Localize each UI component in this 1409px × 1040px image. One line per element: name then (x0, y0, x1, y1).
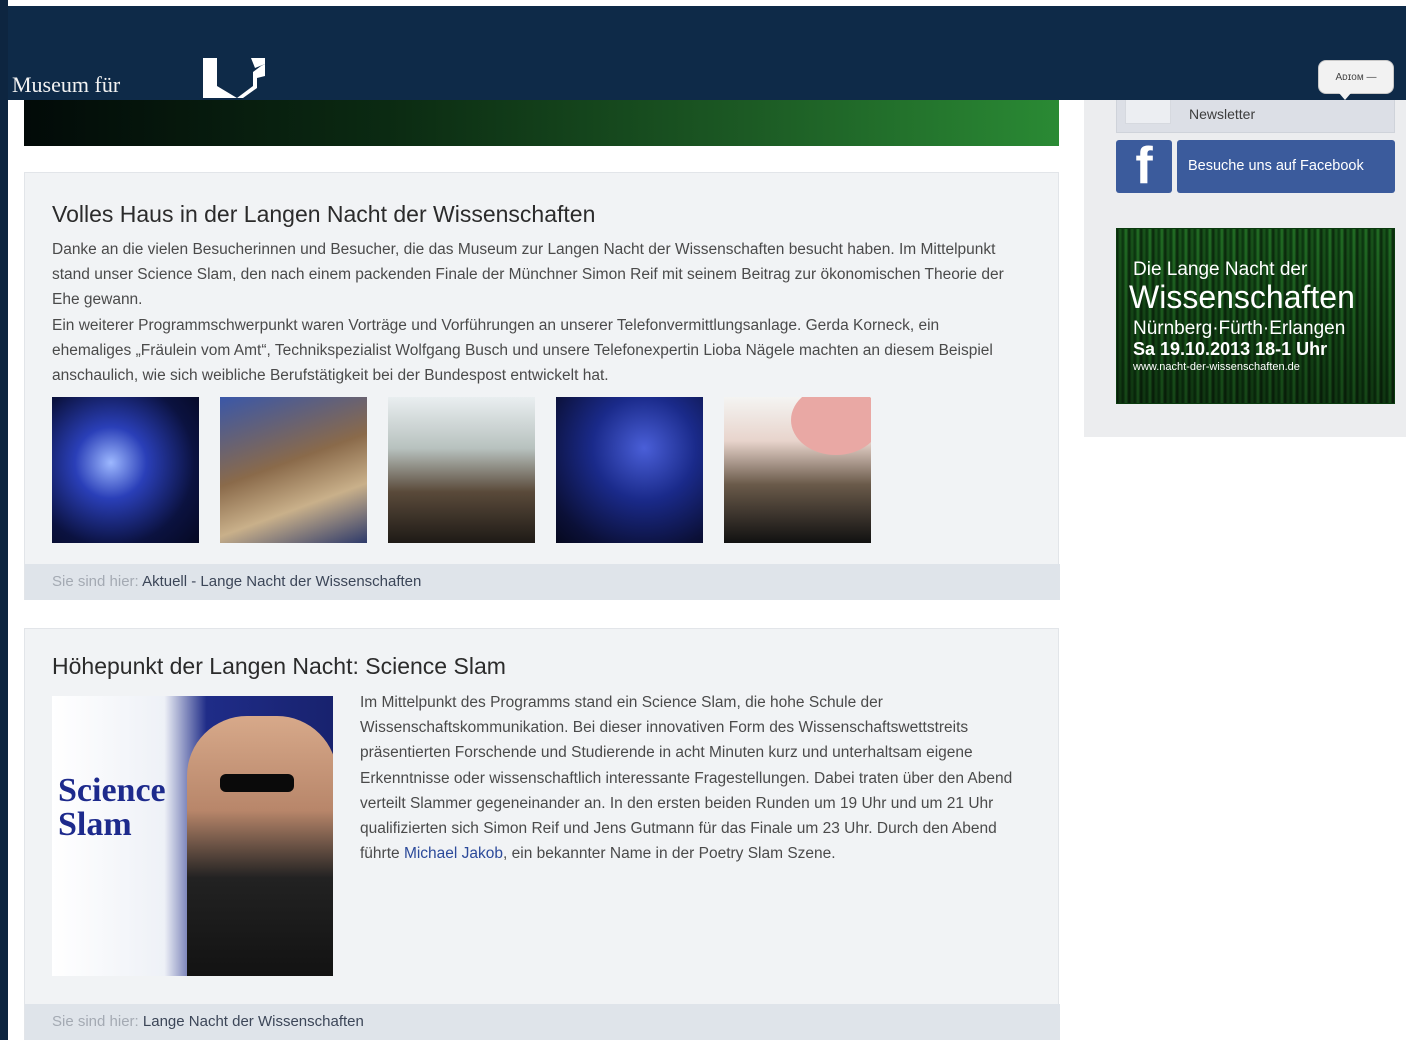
speech-bubble-tail-icon (1339, 93, 1351, 100)
language-button[interactable]: Aᴅɪᴏᴍ — (1318, 60, 1394, 100)
gallery-photo[interactable] (724, 397, 871, 543)
banner-line-1: Die Lange Nacht der (1133, 259, 1308, 280)
michael-jakob-link[interactable]: Michael Jakob (404, 845, 503, 862)
breadcrumb-path-link[interactable]: Lange Nacht der Wissenschaften (143, 1013, 364, 1030)
facebook-link[interactable]: f Besuche uns auf Facebook (1116, 140, 1395, 193)
facebook-icon: f (1116, 140, 1172, 193)
banner-line-5: www.nacht-der-wissenschaften.de (1133, 361, 1300, 373)
language-button-label: Aᴅɪᴏᴍ — (1335, 71, 1377, 83)
breadcrumb-label: Sie sind hier: (52, 1013, 139, 1030)
gallery-photo[interactable] (52, 397, 199, 543)
article-2-title: Höhepunkt der Langen Nacht: Science Slam (52, 653, 506, 679)
photo-gallery (52, 397, 871, 543)
article-1-paragraph-1: Danke an die vielen Besucherinnen und Be… (52, 241, 1004, 309)
article-2-text-1: Im Mittelpunkt des Programms stand ein S… (360, 694, 1013, 863)
site-brand-text[interactable]: Museum für (12, 72, 120, 98)
facebook-label: Besuche uns auf Facebook (1177, 140, 1395, 193)
breadcrumb-label: Sie sind hier: (52, 573, 139, 590)
article-card-1: Volles Haus in der Langen Nacht der Wiss… (24, 172, 1060, 600)
article-2-body: Im Mittelpunkt des Programms stand ein S… (360, 690, 1030, 866)
article-1-body: Danke an die vielen Besucherinnen und Be… (52, 237, 1012, 388)
article-card-2: Höhepunkt der Langen Nacht: Science Slam… (24, 628, 1060, 1040)
sunglasses-icon (220, 774, 294, 792)
article-1-paragraph-2: Ein weiterer Programmschwerpunkt waren V… (52, 316, 993, 385)
gallery-photo[interactable] (556, 397, 703, 543)
science-slam-poster[interactable]: Science Slam (52, 696, 333, 976)
museum-logo-icon[interactable] (203, 58, 265, 100)
breadcrumb: Sie sind hier: Aktuell - Lange Nacht der… (25, 564, 1060, 600)
poster-word-2: Slam (58, 806, 132, 843)
lange-nacht-banner[interactable]: Die Lange Nacht der Wissenschaften Nürnb… (1116, 228, 1395, 404)
page-left-border (0, 0, 8, 1040)
hero-banner-strip (24, 100, 1059, 146)
newsletter-label: Newsletter (1189, 106, 1256, 122)
breadcrumb: Sie sind hier: Lange Nacht der Wissensch… (25, 1004, 1060, 1040)
banner-line-3: Nürnberg·Fürth·Erlangen (1133, 318, 1346, 339)
newsletter-link[interactable]: Newsletter (1116, 100, 1395, 133)
banner-line-4: Sa 19.10.2013 18-1 Uhr (1133, 339, 1328, 359)
gallery-photo[interactable] (388, 397, 535, 543)
performer-figure (187, 716, 333, 976)
gallery-photo[interactable] (220, 397, 367, 543)
envelope-icon (1125, 100, 1171, 124)
banner-line-2: Wissenschaften (1129, 279, 1355, 315)
breadcrumb-path-link[interactable]: Aktuell - Lange Nacht der Wissenschaften (142, 573, 421, 590)
poster-word-1: Science (58, 772, 166, 809)
article-2-text-2: , ein bekannter Name in der Poetry Slam … (503, 845, 836, 863)
article-1-title: Volles Haus in der Langen Nacht der Wiss… (52, 201, 596, 227)
